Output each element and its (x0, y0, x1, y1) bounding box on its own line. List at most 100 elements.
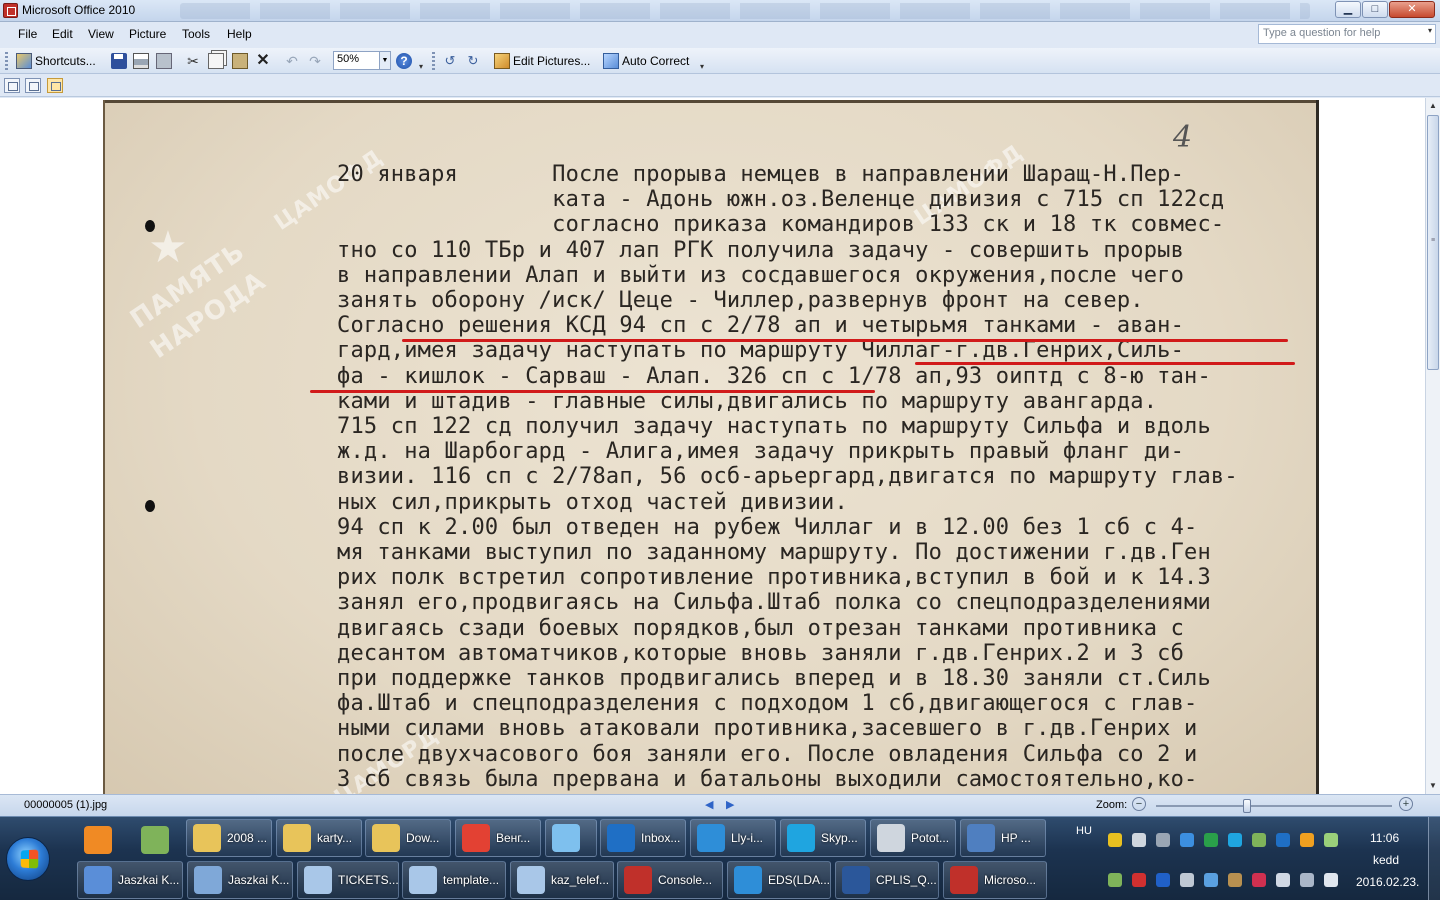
action-center-icon[interactable] (1276, 873, 1290, 887)
skype-tray-icon[interactable] (1228, 833, 1242, 847)
taskbar-window-button[interactable]: kaz_telef... (510, 861, 614, 899)
vertical-scrollbar[interactable]: ▲ ≡ ▼ (1425, 98, 1440, 794)
volume-icon[interactable] (1324, 873, 1338, 887)
toolbar-options-chevron-icon[interactable]: ▾ (419, 62, 423, 71)
redo-button[interactable]: ↷ (307, 51, 323, 71)
outlook-tray-icon[interactable] (1276, 833, 1290, 847)
start-button[interactable] (6, 837, 50, 881)
taskbar-window-button[interactable]: Венг... (455, 819, 541, 857)
undo-button[interactable]: ↶ (284, 51, 300, 71)
globe-icon[interactable] (1180, 833, 1194, 847)
delete-button[interactable]: ✕ (255, 51, 271, 71)
toolbar-grip[interactable] (5, 52, 8, 70)
language-indicator[interactable]: HU (1076, 825, 1092, 837)
no-network-icon[interactable] (1132, 873, 1146, 887)
menu-view[interactable]: View (88, 27, 114, 41)
rotate-left-button[interactable]: ↺ (442, 51, 458, 71)
clock-date[interactable]: 2016.02.23. (1356, 875, 1419, 889)
minimize-button[interactable]: ▁ (1335, 1, 1361, 18)
taskbar-window-button[interactable]: Lly-i... (690, 819, 776, 857)
previous-picture-arrow-icon[interactable]: ◀ (705, 798, 713, 811)
pen-icon[interactable] (1132, 833, 1146, 847)
taskbar-window-button[interactable]: Potot... (870, 819, 956, 857)
taskbar-window-button[interactable]: karty... (276, 819, 362, 857)
ask-dropdown-icon[interactable]: ▾ (1428, 26, 1432, 35)
maximize-button[interactable]: □ (1362, 1, 1388, 18)
sync-icon[interactable] (1204, 873, 1218, 887)
filmstrip-view-button[interactable] (25, 78, 41, 93)
users-icon[interactable] (1324, 833, 1338, 847)
print-button[interactable] (133, 51, 149, 71)
zoom-in-icon[interactable]: + (1399, 797, 1413, 811)
antivirus-icon[interactable] (1252, 873, 1266, 887)
shield-icon[interactable] (1108, 833, 1122, 847)
shortcuts-button[interactable]: Shortcuts... (16, 51, 96, 71)
bluetooth-icon[interactable] (1156, 873, 1170, 887)
menu-tools[interactable]: Tools (182, 27, 210, 41)
it-icon[interactable] (1204, 833, 1218, 847)
zoom-slider[interactable] (1156, 799, 1392, 813)
thumbnail-view-button[interactable] (4, 78, 20, 93)
menu-picture[interactable]: Picture (129, 27, 166, 41)
document-line: ных сил,прикрыть отход частей дивизии. (337, 489, 848, 515)
picture-manager-app-icon[interactable] (3, 3, 18, 18)
display-icon[interactable] (1300, 873, 1314, 887)
picture-canvas[interactable]: ★ ПАМЯТЬ НАРОДА ЦАМОФД ЦАМОФД ЦАМОРД 4 2… (0, 98, 1425, 794)
toolbar-options-chevron-icon-2[interactable]: ▾ (700, 62, 704, 71)
title-bar: Microsoft Office 2010 ▁ □ ✕ (0, 0, 1440, 22)
taskbar-window-button[interactable] (545, 819, 597, 857)
zoom-combo-dropdown-icon[interactable]: ▼ (379, 52, 390, 69)
storage-icon[interactable] (1228, 873, 1242, 887)
print-preview-button[interactable] (156, 51, 172, 71)
help-button[interactable]: ? (396, 51, 412, 71)
next-picture-arrow-icon[interactable]: ▶ (726, 798, 734, 811)
clock-icon[interactable] (1156, 833, 1170, 847)
save-button[interactable] (111, 51, 127, 71)
update-icon[interactable] (1300, 833, 1314, 847)
taskbar-window-button[interactable]: CPLIS_Q... (835, 861, 939, 899)
word-icon (842, 866, 870, 894)
cut-button[interactable]: ✂ (185, 51, 201, 71)
scroll-thumb[interactable]: ≡ (1427, 115, 1439, 370)
taskbar-window-button[interactable]: EDS(LDA... (727, 861, 831, 899)
clock-day[interactable]: kedd (1373, 853, 1399, 867)
taskbar-window-button[interactable]: Inbox... (600, 819, 686, 857)
ask-question-input[interactable]: Type a question for help ▾ (1258, 24, 1436, 44)
flag-icon[interactable] (1108, 873, 1122, 887)
window-title: Microsoft Office 2010 (22, 3, 136, 17)
taskbar-window-button[interactable]: template... (402, 861, 506, 899)
red-underline (402, 339, 1288, 342)
rotate-right-button[interactable]: ↻ (465, 51, 481, 71)
network-icon[interactable] (1252, 833, 1266, 847)
taskbar-window-button[interactable]: Skyp... (780, 819, 866, 857)
show-desktop-button[interactable] (1428, 817, 1440, 900)
taskbar-window-button[interactable]: Dow... (365, 819, 451, 857)
zoom-out-icon[interactable]: − (1132, 797, 1146, 811)
pinned-app-button[interactable] (80, 822, 116, 858)
zoom-combo[interactable]: 50% ▼ (333, 51, 391, 70)
clock-time[interactable]: 11:06 (1370, 831, 1399, 845)
taskbar-window-button[interactable]: Jaszkai K... (77, 861, 183, 899)
taskbar-window-button[interactable]: 2008 ... (186, 819, 272, 857)
edit-pictures-button[interactable]: Edit Pictures... (494, 51, 590, 71)
copy-button[interactable] (208, 51, 224, 71)
taskbar-window-button[interactable]: Console... (617, 861, 723, 899)
taskbar-window-button[interactable]: Microso... (943, 861, 1047, 899)
scroll-down-arrow-icon[interactable]: ▼ (1426, 778, 1440, 794)
menu-help[interactable]: Help (227, 27, 252, 41)
taskbar-window-button[interactable]: HP ... (960, 819, 1046, 857)
close-button[interactable]: ✕ (1389, 1, 1435, 18)
menu-file[interactable]: File (18, 27, 37, 41)
taskbar-window-label: kaz_telef... (551, 873, 610, 887)
usb-icon[interactable] (1180, 873, 1194, 887)
taskbar-window-button[interactable]: TICKETS... (297, 861, 399, 899)
paste-button[interactable] (232, 51, 248, 71)
menu-edit[interactable]: Edit (52, 27, 73, 41)
scroll-up-arrow-icon[interactable]: ▲ (1426, 98, 1440, 114)
toolbar-grip-2[interactable] (432, 52, 435, 70)
auto-correct-button[interactable]: Auto Correct (603, 51, 689, 71)
taskbar-window-button[interactable]: Jaszkai K... (187, 861, 293, 899)
single-picture-view-button[interactable] (47, 78, 63, 93)
pinned-app-button[interactable] (137, 822, 173, 858)
zoom-slider-thumb[interactable] (1242, 799, 1251, 813)
